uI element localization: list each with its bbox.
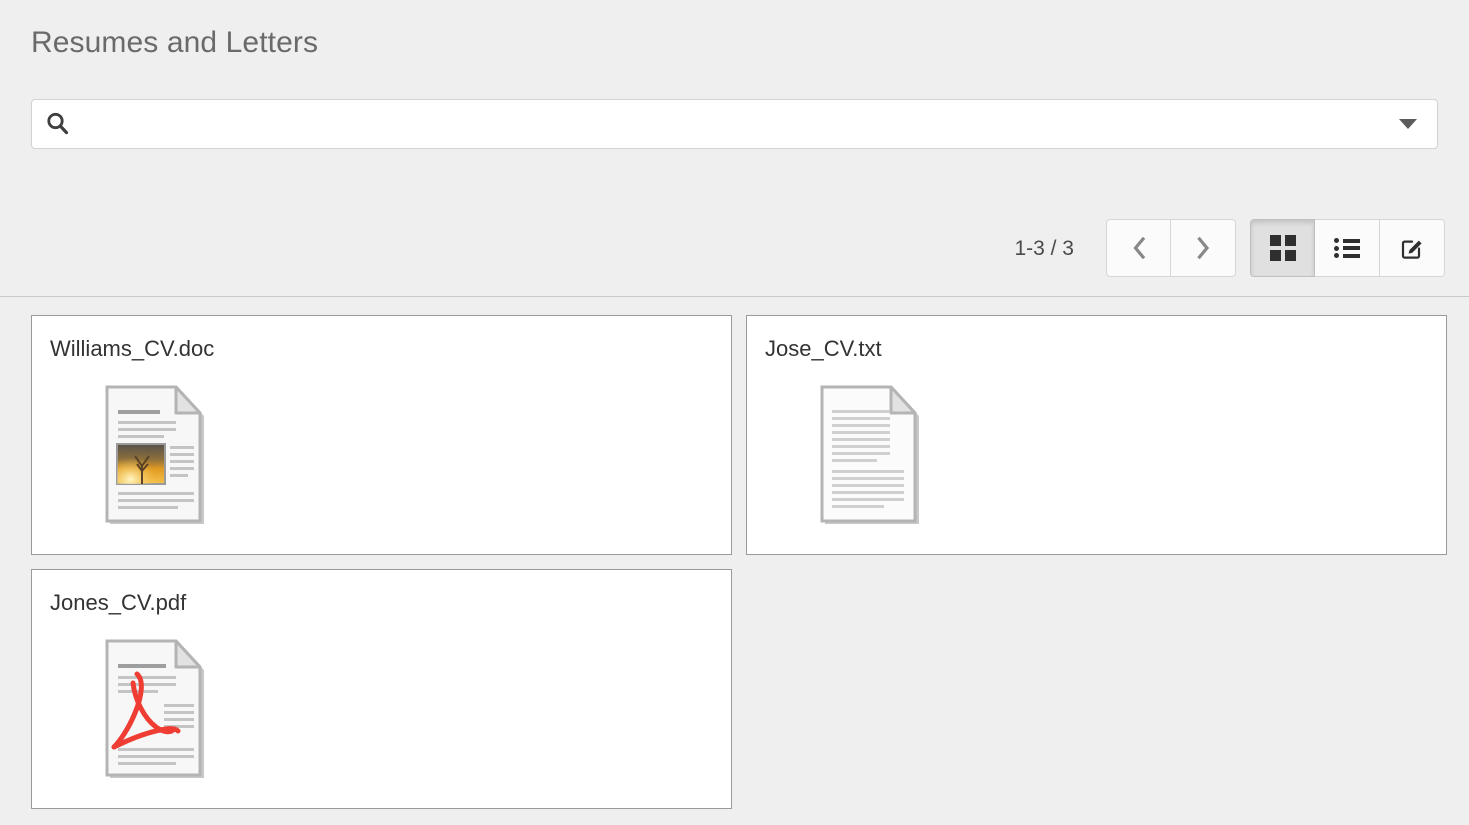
file-name: Jose_CV.txt xyxy=(765,336,882,361)
grid-icon xyxy=(1269,235,1296,261)
search-bar[interactable] xyxy=(31,99,1438,149)
file-name: Jones_CV.pdf xyxy=(50,590,187,615)
list-icon xyxy=(1334,238,1360,258)
file-card[interactable]: Williams_CV.doc xyxy=(31,315,732,555)
toolbar: 1-3 / 3 xyxy=(1014,219,1445,277)
file-card-grid: Williams_CV.doc Jose_CV.txt Jones_CV.pdf xyxy=(31,315,1447,809)
file-card[interactable]: Jose_CV.txt xyxy=(746,315,1447,555)
chevron-left-icon xyxy=(1132,237,1145,259)
page-title: Resumes and Letters xyxy=(31,26,319,59)
view-mode-buttons xyxy=(1250,219,1445,277)
list-view-button[interactable] xyxy=(1315,219,1380,277)
pagination-buttons xyxy=(1106,219,1236,277)
next-page-button[interactable] xyxy=(1171,219,1236,277)
caret-down-icon[interactable] xyxy=(1399,119,1417,129)
grid-view-button[interactable] xyxy=(1250,219,1315,277)
text-document-icon xyxy=(803,376,933,536)
file-name: Williams_CV.doc xyxy=(50,336,215,361)
toolbar-divider xyxy=(0,296,1469,297)
search-icon xyxy=(47,112,69,135)
pagination-label: 1-3 / 3 xyxy=(1014,236,1074,260)
chevron-right-icon xyxy=(1197,237,1210,259)
search-input[interactable] xyxy=(71,100,1399,148)
edit-pencil-icon xyxy=(1401,240,1422,259)
file-card[interactable]: Jones_CV.pdf xyxy=(31,569,732,809)
prev-page-button[interactable] xyxy=(1106,219,1171,277)
edit-view-button[interactable] xyxy=(1380,219,1445,277)
document-with-image-icon xyxy=(88,376,218,536)
pdf-document-icon xyxy=(88,630,218,790)
